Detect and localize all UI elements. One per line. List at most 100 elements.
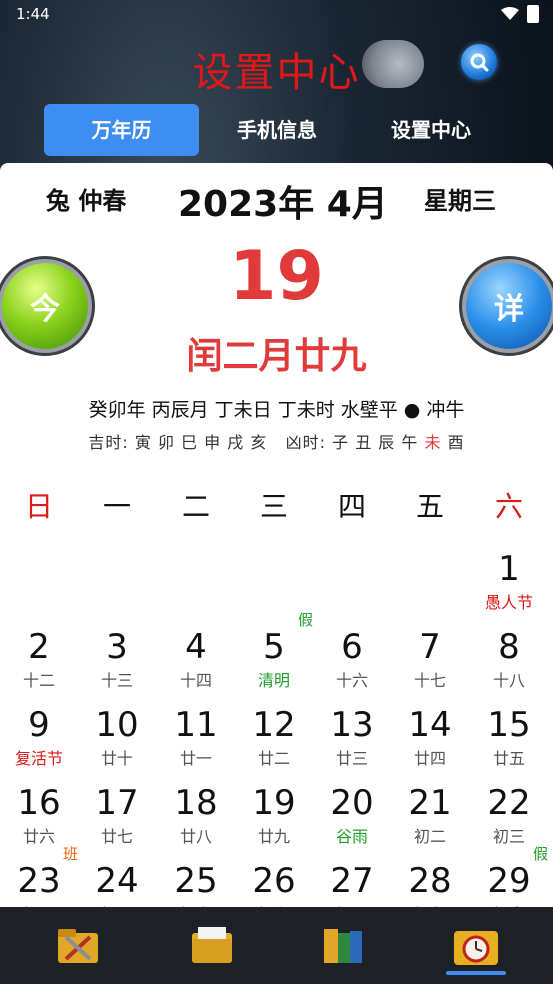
lunar-date: 闰二月廿九 xyxy=(186,336,367,377)
calendar-day-cell[interactable]: 4 十四 xyxy=(157,627,235,705)
day-number: 20 xyxy=(330,783,374,823)
day-number: 23 xyxy=(17,861,61,901)
tab-phone-info[interactable]: 手机信息 xyxy=(200,104,354,156)
lunar-day-label: 十三 xyxy=(100,671,133,690)
calendar-day-cell[interactable]: 12 廿二 xyxy=(235,705,313,783)
day-number: 10 xyxy=(95,705,139,745)
lunar-day-label: 廿七 xyxy=(100,827,133,846)
unlucky-hours: 子 丑 辰 午 xyxy=(332,433,419,452)
day-number: 5 xyxy=(263,627,285,667)
calendar-day-cell[interactable]: 28初九 xyxy=(391,861,469,907)
bottom-nav xyxy=(0,907,553,984)
lunar-day-label: 谷雨 xyxy=(335,827,368,846)
weekday-tue: 二 xyxy=(181,490,210,523)
day-badge: 假 xyxy=(532,845,548,863)
lunar-day-label: 十四 xyxy=(179,671,212,690)
calendar-day-cell[interactable]: 27初八 xyxy=(313,861,391,907)
day-number: 3 xyxy=(106,627,128,667)
calendar-day-cell[interactable]: 14 廿四 xyxy=(391,705,469,783)
calendar-day-cell[interactable]: 17 廿七 xyxy=(78,783,156,861)
day-badge: 班 xyxy=(62,845,78,863)
file-folder-icon[interactable] xyxy=(188,921,236,969)
weekday-header: 日 一 二 三 四 五 六 xyxy=(0,485,553,525)
tab-bar: 万年历 手机信息 设置中心 xyxy=(0,104,553,156)
search-icon xyxy=(470,53,489,72)
weekday-sun: 日 xyxy=(24,490,53,523)
lunar-day-label: 复活节 xyxy=(14,749,63,768)
day-number: 17 xyxy=(95,783,139,823)
year-month[interactable]: 2023年 4月 xyxy=(178,175,388,227)
lunar-day-label: 初二 xyxy=(413,827,446,846)
lunar-day-label: 十二 xyxy=(22,671,55,690)
day-number: 18 xyxy=(174,783,218,823)
weekday-thu: 四 xyxy=(337,490,366,523)
day-number: 11 xyxy=(174,705,218,745)
wifi-icon xyxy=(501,7,519,20)
calendar-day-cell[interactable]: 18 廿八 xyxy=(157,783,235,861)
calendar-day-cell[interactable]: 21 初二 xyxy=(391,783,469,861)
day-number: 9 xyxy=(28,705,50,745)
toggle-blob[interactable] xyxy=(362,40,424,88)
lunar-day-label: 十八 xyxy=(492,671,525,690)
lunar-day-label: 廿五 xyxy=(492,749,525,768)
calendar-day-cell[interactable]: 1 愚人节 xyxy=(470,549,548,627)
day-number: 7 xyxy=(419,627,441,667)
clock-folder-icon[interactable] xyxy=(452,921,500,969)
calendar-day-cell[interactable]: 3 十三 xyxy=(78,627,156,705)
day-number: 16 xyxy=(17,783,61,823)
lunar-day-label: 廿一 xyxy=(179,749,212,768)
weekday-mon: 一 xyxy=(102,490,131,523)
search-button[interactable] xyxy=(461,44,497,80)
calendar-day-cell[interactable]: 20 谷雨 xyxy=(313,783,391,861)
calendar-day-cell[interactable]: 10 廿十 xyxy=(78,705,156,783)
status-bar: 1:44 xyxy=(0,0,553,30)
weekday-sat: 六 xyxy=(494,490,523,523)
status-time: 1:44 xyxy=(16,5,50,23)
lunar-day-label: 清明 xyxy=(257,671,290,690)
calendar-day-cell[interactable]: 13 廿三 xyxy=(313,705,391,783)
calendar-day-cell[interactable]: 7 十七 xyxy=(391,627,469,705)
weekday-label: 星期三 xyxy=(424,187,496,215)
day-number: 28 xyxy=(408,861,452,901)
calendar-day-cell[interactable]: 15 廿五 xyxy=(470,705,548,783)
day-number: 26 xyxy=(252,861,296,901)
lunar-day-label: 廿八 xyxy=(179,827,212,846)
nav-active-indicator xyxy=(446,971,506,975)
calendar-day-cell[interactable]: 23初四班 xyxy=(0,845,78,907)
day-number: 22 xyxy=(487,783,531,823)
calendar-day-cell[interactable]: 29初十假 xyxy=(470,845,548,907)
calendar-day-cell[interactable]: 8 十八 xyxy=(470,627,548,705)
day-number: 1 xyxy=(498,549,520,589)
day-number: 29 xyxy=(487,861,531,901)
day-number: 15 xyxy=(487,705,531,745)
day-number: 25 xyxy=(174,861,218,901)
lunar-day-label: 廿十 xyxy=(100,749,133,768)
calendar-day-cell[interactable]: 19 廿九 xyxy=(235,783,313,861)
calendar-card: 兔 仲春 2023年 4月 星期三 今 19 详 闰二月廿九 癸卯年 丙辰月 丁… xyxy=(0,163,553,907)
tools-folder-icon[interactable] xyxy=(54,921,102,969)
tab-settings[interactable]: 设置中心 xyxy=(354,104,508,156)
day-number: 27 xyxy=(330,861,374,901)
calendar-day-cell[interactable]: 24初五 xyxy=(78,861,156,907)
unlucky-label: 凶时: xyxy=(285,433,327,452)
calendar-day-cell[interactable]: 6 十六 xyxy=(313,627,391,705)
lunar-day-label: 廿三 xyxy=(335,749,368,768)
calendar-day-cell[interactable]: 25初六 xyxy=(157,861,235,907)
day-number: 14 xyxy=(408,705,452,745)
ganzhi-line: 癸卯年 丙辰月 丁未日 丁未时 水壁平 ● 冲牛 xyxy=(88,399,465,421)
calendar-day-cell[interactable]: 5 清明 假 xyxy=(235,611,313,705)
calendar-day-cell[interactable]: 11 廿一 xyxy=(157,705,235,783)
day-number: 19 xyxy=(252,783,296,823)
calendar-day-cell[interactable]: 2 十二 xyxy=(0,627,78,705)
day-number: 12 xyxy=(252,705,296,745)
calendar-day-cell[interactable]: 26初七 xyxy=(235,861,313,907)
day-number: 6 xyxy=(341,627,363,667)
lunar-day-label: 廿二 xyxy=(257,749,290,768)
books-icon[interactable] xyxy=(320,921,368,969)
tab-calendar[interactable]: 万年历 xyxy=(44,104,199,156)
day-badge: 假 xyxy=(297,611,313,629)
lunar-day-label: 廿九 xyxy=(257,827,290,846)
lucky-hours-line: 吉时: 寅 卯 巳 申 戌 亥 凶时: 子 丑 辰 午 未 酉 xyxy=(0,429,553,453)
day-number: 13 xyxy=(330,705,374,745)
calendar-day-cell[interactable]: 9 复活节 xyxy=(0,705,78,783)
